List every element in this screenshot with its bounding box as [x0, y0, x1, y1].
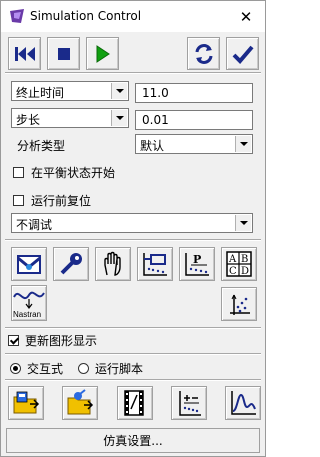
- step-value: 0.01: [142, 113, 169, 127]
- app-icon: [9, 8, 25, 24]
- svg-text:B: B: [241, 254, 248, 265]
- end-time-label: 终止时间: [16, 86, 65, 100]
- end-time-value: 11.0: [142, 86, 169, 100]
- axis-plusminus-button[interactable]: [171, 386, 207, 420]
- svg-text:D: D: [241, 266, 249, 277]
- reset-before-run-checkbox[interactable]: [13, 195, 24, 206]
- plot-p-button[interactable]: P: [179, 247, 215, 281]
- plot-marker-icon: [143, 253, 167, 276]
- plot-curve-button[interactable]: [225, 386, 261, 420]
- checkmark-icon: [232, 45, 254, 64]
- film-button[interactable]: [117, 386, 153, 420]
- separator: [5, 327, 261, 329]
- stop-icon: [57, 47, 70, 60]
- chevron-down-icon[interactable]: [235, 136, 251, 152]
- separator: [5, 72, 261, 74]
- interactive-label: 交互式: [27, 362, 64, 376]
- accept-button[interactable]: [226, 37, 259, 70]
- end-time-combo[interactable]: 终止时间: [11, 81, 129, 101]
- start-at-equilibrium-label: 在平衡状态开始: [31, 166, 116, 180]
- rewind-icon: [14, 46, 35, 61]
- nastran-button[interactable]: Nastran: [11, 285, 47, 321]
- chevron-down-icon[interactable]: [111, 110, 127, 126]
- update-graphics-checkbox[interactable]: [8, 335, 19, 346]
- step-combo[interactable]: 步长: [11, 108, 129, 128]
- wrench-key-button[interactable]: [53, 247, 89, 281]
- analysis-type-value: 默认: [140, 139, 165, 153]
- reset-before-run-label: 运行前复位: [31, 194, 92, 208]
- step-field[interactable]: 0.01: [135, 110, 253, 130]
- simulation-control-window: Simulation Control ✕ 终止时间 11.0 步长 0.01 分…: [0, 0, 266, 457]
- hand-icon: [104, 251, 121, 276]
- nastran-icon: Nastran: [13, 291, 45, 319]
- sensor-button[interactable]: [11, 247, 47, 281]
- scatter-axis-icon: [230, 294, 250, 315]
- film-icon: [124, 390, 144, 416]
- debug-select[interactable]: 不调试: [11, 213, 253, 233]
- svg-text:C: C: [229, 266, 237, 277]
- start-at-equilibrium-checkbox[interactable]: [13, 167, 24, 178]
- play-button[interactable]: [86, 37, 119, 70]
- plot-curve-icon: [231, 391, 256, 415]
- end-time-field[interactable]: 11.0: [135, 83, 253, 103]
- title-bar: Simulation Control ✕: [1, 1, 265, 32]
- svg-text:A: A: [228, 254, 237, 265]
- window-title: Simulation Control: [30, 9, 142, 23]
- separator: [5, 379, 261, 381]
- chevron-down-icon[interactable]: [111, 83, 127, 99]
- rewind-button[interactable]: [8, 37, 41, 70]
- nastran-label: Nastran: [13, 310, 41, 319]
- sensor-icon: [17, 255, 41, 274]
- interactive-radio[interactable]: [10, 363, 21, 374]
- abcd-table-icon: A BC D: [226, 251, 252, 277]
- axis-plusminus-icon: [179, 391, 201, 416]
- simulation-settings-button[interactable]: 仿真设置...: [6, 428, 260, 453]
- plot-marker-button[interactable]: [137, 247, 173, 281]
- open-folder-button[interactable]: [62, 386, 98, 420]
- refresh-icon: [195, 43, 212, 64]
- analysis-type-select[interactable]: 默认: [135, 134, 253, 154]
- load-sim-button[interactable]: [8, 386, 44, 420]
- plot-p-icon: P: [185, 253, 209, 276]
- svg-text:P: P: [193, 253, 201, 266]
- run-script-radio[interactable]: [78, 363, 89, 374]
- analysis-type-label: 分析类型: [17, 139, 66, 153]
- simulation-settings-label: 仿真设置...: [103, 434, 163, 448]
- debug-value: 不调试: [16, 218, 53, 232]
- open-folder-icon: [67, 389, 94, 415]
- close-icon[interactable]: ✕: [227, 1, 265, 32]
- separator: [5, 239, 261, 241]
- update-graphics-label: 更新图形显示: [25, 334, 98, 348]
- wrench-key-icon: [60, 253, 82, 275]
- scatter-axis-button[interactable]: [221, 287, 257, 321]
- step-label: 步长: [16, 113, 41, 127]
- chevron-down-icon[interactable]: [235, 215, 251, 231]
- play-icon: [96, 44, 110, 63]
- load-sim-icon: [13, 391, 40, 414]
- refresh-button[interactable]: [187, 37, 220, 70]
- run-script-label: 运行脚本: [95, 362, 144, 376]
- abcd-table-button[interactable]: ABCD: [221, 247, 257, 281]
- stop-button[interactable]: [47, 37, 80, 70]
- separator: [5, 353, 261, 355]
- hand-button[interactable]: [95, 247, 131, 281]
